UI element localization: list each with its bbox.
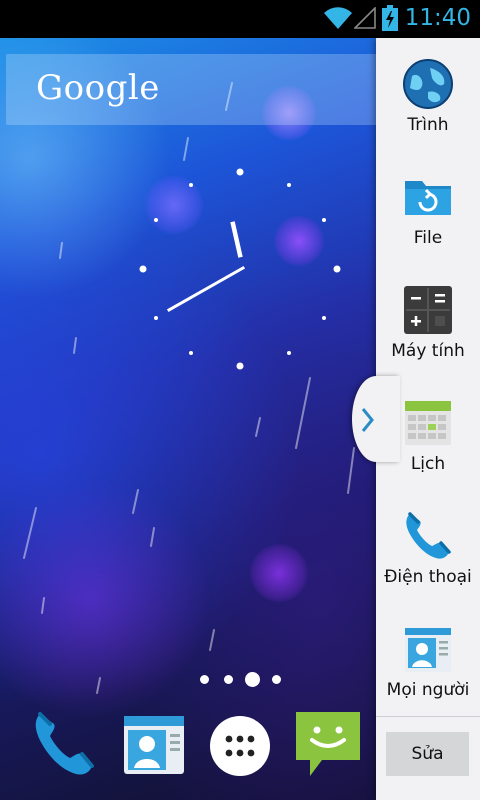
analog-clock-widget[interactable] bbox=[130, 160, 350, 380]
panel-item-label: File bbox=[413, 228, 443, 248]
battery-charging-icon bbox=[382, 5, 398, 31]
side-panel-handle[interactable] bbox=[352, 376, 400, 462]
folder-sync-icon bbox=[405, 181, 451, 215]
page-dot bbox=[200, 675, 209, 684]
panel-item-label: Mọi người bbox=[386, 680, 470, 700]
panel-item-calculator[interactable]: Máy tính bbox=[376, 264, 480, 374]
calculator-icon bbox=[404, 286, 452, 334]
google-search-bar[interactable]: Google bbox=[6, 54, 378, 125]
chevron-right-icon bbox=[361, 408, 374, 432]
phone-icon[interactable] bbox=[28, 708, 100, 780]
phone-icon bbox=[406, 512, 451, 559]
status-time: 11:40 bbox=[404, 5, 471, 31]
page-dot bbox=[224, 675, 233, 684]
panel-item-file[interactable]: File bbox=[376, 151, 480, 261]
status-bar: 11:40 bbox=[0, 0, 480, 38]
app-drawer-icon[interactable] bbox=[204, 708, 276, 780]
wifi-icon bbox=[324, 7, 352, 30]
browser-globe-icon bbox=[403, 59, 453, 109]
contacts-icon bbox=[405, 628, 451, 672]
panel-item-label: Trình bbox=[407, 115, 449, 135]
contacts-icon[interactable] bbox=[118, 708, 190, 780]
page-dot bbox=[272, 675, 281, 684]
panel-divider bbox=[376, 716, 480, 717]
page-dot-current bbox=[245, 672, 260, 687]
panel-item-phone[interactable]: Điện thoại bbox=[376, 490, 480, 600]
panel-item-label: Máy tính bbox=[391, 341, 465, 361]
panel-item-label: Điện thoại bbox=[384, 567, 472, 587]
page-indicator bbox=[196, 670, 292, 690]
google-logo: Google bbox=[36, 68, 160, 108]
calendar-icon bbox=[405, 401, 451, 445]
messaging-icon[interactable] bbox=[292, 708, 364, 780]
signal-icon bbox=[354, 7, 376, 29]
panel-item-browser[interactable]: Trình bbox=[376, 38, 480, 148]
panel-item-contacts[interactable]: Mọi người bbox=[376, 603, 480, 713]
edit-button[interactable]: Sửa bbox=[386, 732, 469, 776]
